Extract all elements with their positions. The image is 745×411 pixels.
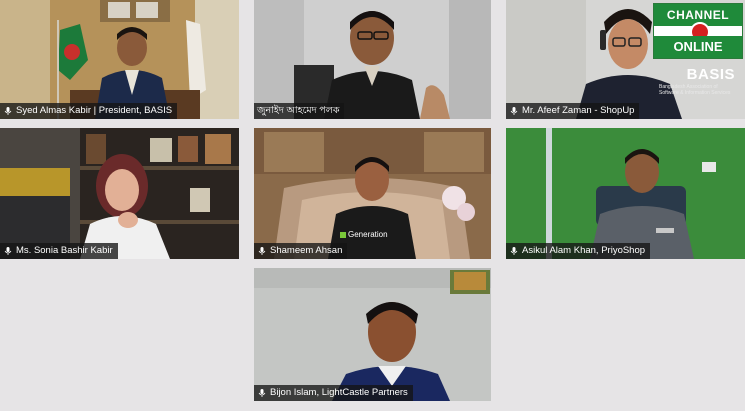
microphone-icon[interactable] bbox=[257, 246, 267, 256]
video-tile-4[interactable]: Ms. Sonia Bashir Kabir bbox=[0, 128, 239, 259]
video-feed-5 bbox=[254, 128, 491, 259]
microphone-icon[interactable] bbox=[3, 106, 13, 116]
video-tile-2[interactable]: জুনাইদ আহমেদ পলক bbox=[254, 0, 491, 119]
microphone-icon[interactable] bbox=[257, 388, 267, 398]
participant-name: Shameem Ahsan bbox=[270, 245, 343, 256]
participant-name: Syed Almas Kabir | President, BASIS bbox=[16, 105, 173, 116]
channel-online-logo: CHANNEL ONLINE bbox=[653, 3, 743, 59]
basis-logo: BASIS bbox=[686, 66, 735, 83]
microphone-icon[interactable] bbox=[509, 106, 519, 116]
nameplate: Bijon Islam, LightCastle Partners bbox=[254, 385, 413, 401]
nameplate: Syed Almas Kabir | President, BASIS bbox=[0, 103, 178, 119]
nameplate: Mr. Afeef Zaman - ShopUp bbox=[506, 103, 640, 119]
nameplate: Asikul Alam Khan, PriyoShop bbox=[506, 243, 651, 259]
microphone-icon[interactable] bbox=[509, 246, 519, 256]
shirt-logo-text: Generation bbox=[348, 230, 388, 239]
video-tile-7[interactable]: Bijon Islam, LightCastle Partners bbox=[254, 268, 491, 401]
microphone-icon[interactable] bbox=[3, 246, 13, 256]
basis-subtitle: Bangladesh Association of Software & Inf… bbox=[659, 84, 731, 96]
video-tile-6[interactable]: Asikul Alam Khan, PriyoShop bbox=[506, 128, 745, 259]
nameplate: জুনাইদ আহমেদ পলক bbox=[254, 103, 345, 119]
online-label: ONLINE bbox=[654, 36, 742, 58]
video-tile-1[interactable]: Syed Almas Kabir | President, BASIS bbox=[0, 0, 239, 119]
video-feed-7 bbox=[254, 268, 491, 401]
participant-name: Ms. Sonia Bashir Kabir bbox=[16, 245, 113, 256]
participant-name: Bijon Islam, LightCastle Partners bbox=[270, 387, 408, 398]
video-tile-5[interactable]: Generation Shameem Ahsan bbox=[254, 128, 491, 259]
nameplate: Shameem Ahsan bbox=[254, 243, 348, 259]
video-feed-2 bbox=[254, 0, 491, 119]
participant-name: Mr. Afeef Zaman - ShopUp bbox=[522, 105, 635, 116]
participant-name: জুনাইদ আহমেদ পলক bbox=[257, 105, 340, 116]
video-feed-1 bbox=[0, 0, 239, 119]
video-feed-4 bbox=[0, 128, 239, 259]
participant-name: Asikul Alam Khan, PriyoShop bbox=[522, 245, 646, 256]
video-feed-6 bbox=[506, 128, 745, 259]
nameplate: Ms. Sonia Bashir Kabir bbox=[0, 243, 118, 259]
video-tile-3[interactable]: CHANNEL ONLINE BASIS Bangladesh Associat… bbox=[506, 0, 745, 119]
